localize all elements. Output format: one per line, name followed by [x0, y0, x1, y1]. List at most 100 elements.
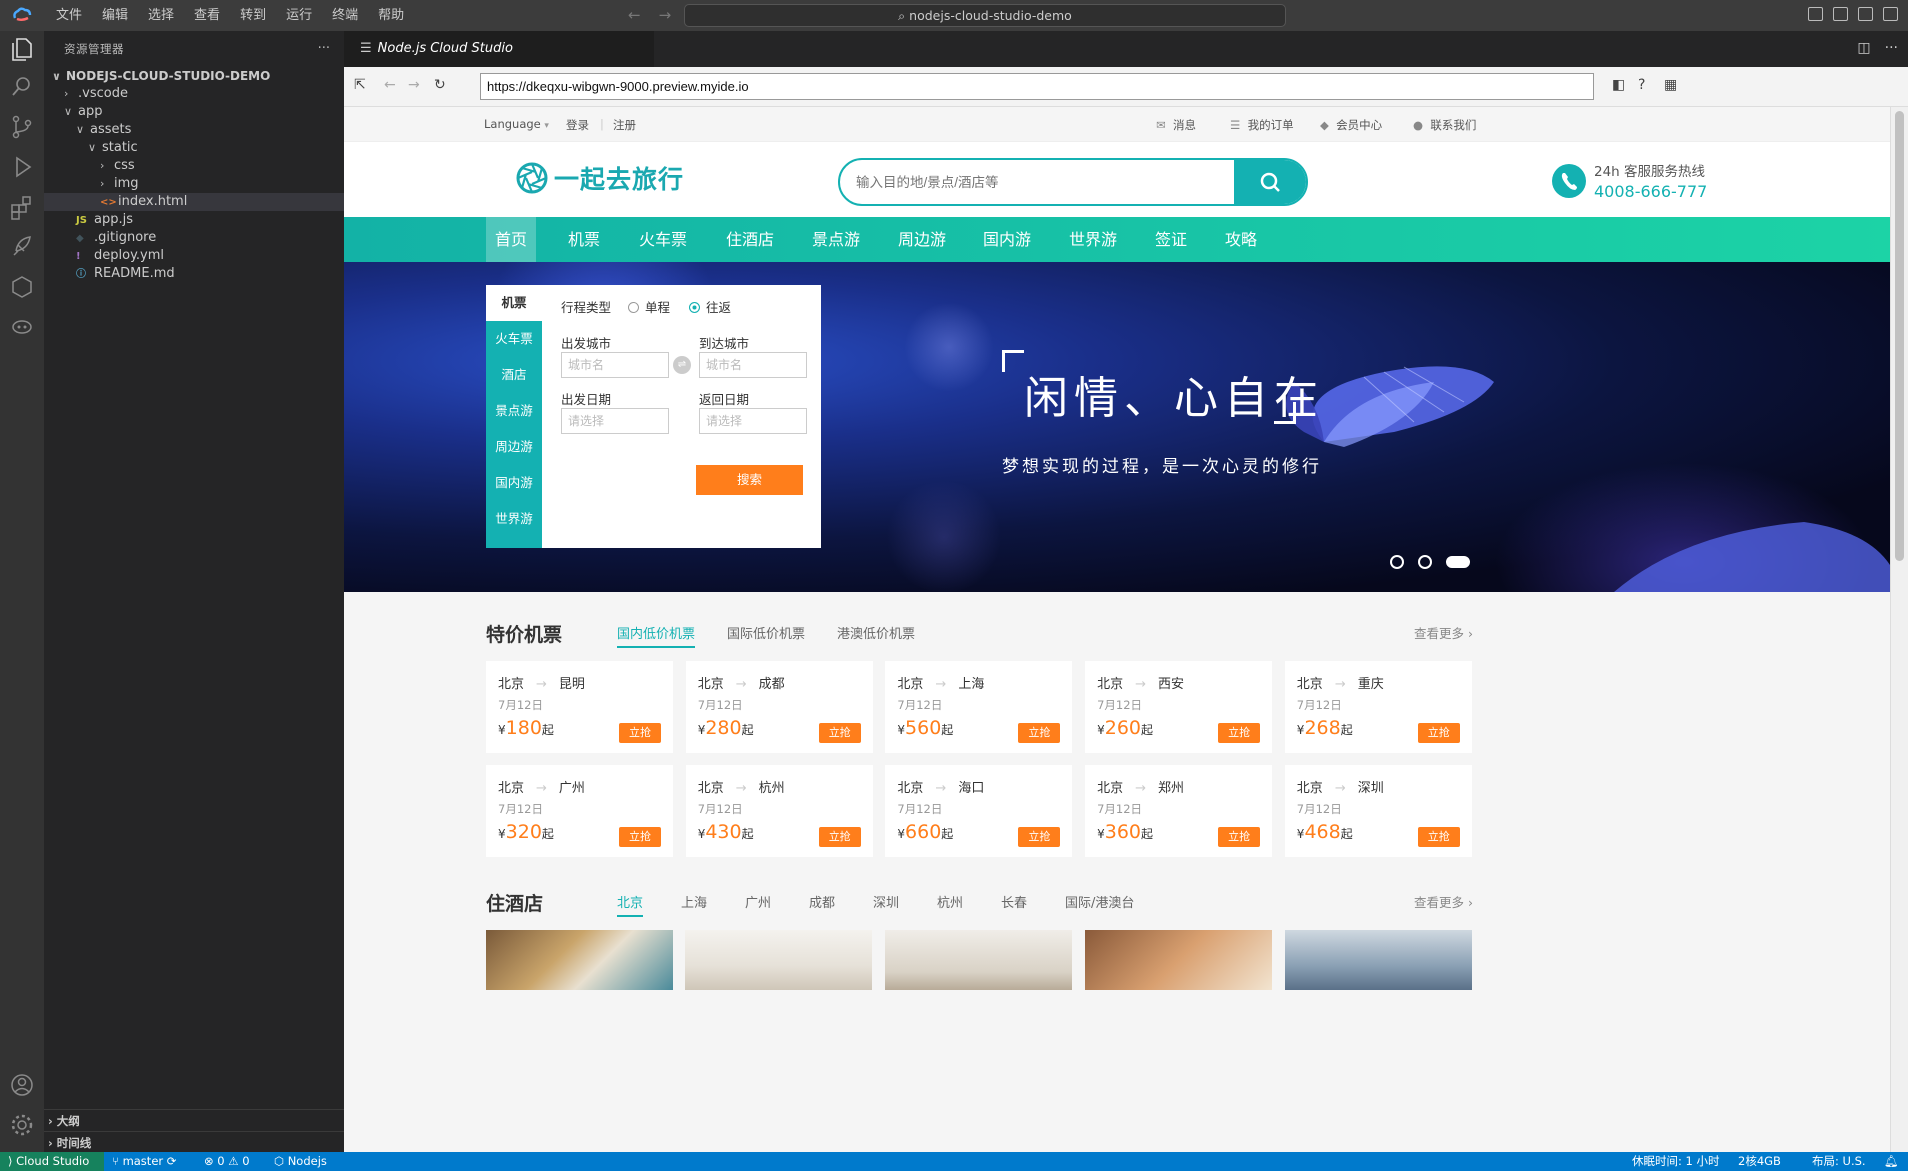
flight-deal-card[interactable]: 北京 → 成都 7月12日 ¥280起 立抢: [685, 661, 873, 753]
orders-link[interactable]: ☰ 我的订单: [1230, 117, 1294, 133]
search-icon[interactable]: [8, 73, 36, 101]
buy-now-button[interactable]: 立抢: [619, 827, 661, 847]
booking-tab[interactable]: 火车票: [486, 321, 542, 357]
cloud-resources-icon[interactable]: [8, 273, 36, 301]
carousel-dot[interactable]: [1418, 555, 1432, 569]
command-center[interactable]: ⌕ nodejs-cloud-studio-demo: [684, 4, 1286, 27]
hotel-photo[interactable]: [685, 930, 872, 990]
booking-tab[interactable]: 机票: [486, 285, 542, 321]
nav-item[interactable]: 国内游: [971, 217, 1043, 262]
more-actions-icon[interactable]: ···: [1885, 40, 1898, 56]
tree-file[interactable]: ! deploy.yml: [44, 247, 344, 265]
buy-now-button[interactable]: 立抢: [1417, 827, 1460, 847]
reload-icon[interactable]: ↻: [434, 77, 446, 93]
extensions-icon[interactable]: [8, 193, 36, 221]
hotel-photo[interactable]: [1085, 930, 1272, 990]
url-input[interactable]: https://dkeqxu-wibgwn-9000.preview.myide…: [480, 73, 1594, 100]
qr-code-icon[interactable]: ▦: [1664, 77, 1677, 93]
from-city-input[interactable]: 城市名: [561, 352, 669, 378]
menu-item[interactable]: 终端: [322, 0, 368, 31]
tree-folder[interactable]: ∨ assets: [44, 121, 344, 139]
return-date-input[interactable]: 请选择: [699, 408, 807, 434]
remote-deploy-icon[interactable]: [8, 233, 36, 261]
search-button[interactable]: [1234, 160, 1306, 204]
buy-now-button[interactable]: 立抢: [818, 827, 861, 847]
booking-tab[interactable]: 国内游: [486, 465, 542, 501]
nav-item[interactable]: 住酒店: [714, 217, 786, 262]
menu-item[interactable]: 查看: [184, 0, 230, 31]
login-link[interactable]: 登录: [566, 117, 589, 133]
outline-section[interactable]: › 大纲: [44, 1109, 344, 1131]
menu-item[interactable]: 帮助: [368, 0, 414, 31]
flight-deal-card[interactable]: 北京 → 杭州 7月12日 ¥430起 立抢: [685, 765, 873, 857]
remote-indicator[interactable]: ⟩ Cloud Studio: [0, 1152, 104, 1171]
nav-item[interactable]: 世界游: [1057, 217, 1129, 262]
nav-item[interactable]: 周边游: [886, 217, 958, 262]
page-scrollbar[interactable]: [1890, 107, 1908, 1152]
booking-tab[interactable]: 周边游: [486, 429, 542, 465]
account-icon[interactable]: [8, 1071, 36, 1099]
menu-item[interactable]: 运行: [276, 0, 322, 31]
contact-link[interactable]: ● 联系我们: [1413, 117, 1476, 133]
swap-icon[interactable]: ⇌: [673, 356, 691, 374]
flight-deal-card[interactable]: 北京 → 郑州 7月12日 ¥360起 立抢: [1085, 765, 1273, 857]
carousel-dot[interactable]: [1390, 555, 1404, 569]
hotel-city-tab[interactable]: 上海: [681, 892, 707, 915]
flight-deal-card[interactable]: 北京 → 重庆 7月12日 ¥268起 立抢: [1284, 661, 1472, 753]
tree-file[interactable]: ◆ .gitignore: [44, 229, 344, 247]
help-icon[interactable]: ?: [1638, 77, 1645, 93]
buy-now-button[interactable]: 立抢: [1018, 827, 1061, 847]
nav-item[interactable]: 机票: [556, 217, 612, 262]
buy-now-button[interactable]: 立抢: [818, 723, 861, 743]
flights-more-link[interactable]: 查看更多 ›: [1414, 623, 1473, 642]
nav-item[interactable]: 签证: [1143, 217, 1199, 262]
tree-folder[interactable]: › .vscode: [44, 85, 344, 103]
scrollbar-thumb[interactable]: [1895, 111, 1904, 561]
hotel-city-tab[interactable]: 国际/港澳台: [1065, 892, 1134, 915]
tree-file[interactable]: <>index.html: [44, 193, 344, 211]
reader-icon[interactable]: ◧: [1612, 77, 1625, 93]
booking-tab[interactable]: 酒店: [486, 357, 542, 393]
tree-folder[interactable]: ∨ app: [44, 103, 344, 121]
settings-gear-icon[interactable]: [8, 1111, 36, 1139]
branch-indicator[interactable]: ⑂ master ⟳: [112, 1152, 176, 1171]
hotel-city-tab[interactable]: 深圳: [873, 892, 899, 915]
tree-file[interactable]: JS app.js: [44, 211, 344, 229]
one-way-radio[interactable]: 单程: [628, 297, 670, 316]
tree-folder[interactable]: ∨ static: [44, 139, 344, 157]
flight-deal-card[interactable]: 北京 → 海口 7月12日 ¥660起 立抢: [885, 765, 1073, 857]
booking-tab[interactable]: 世界游: [486, 501, 542, 537]
notifications-bell-icon[interactable]: 🔔︎: [1884, 1152, 1899, 1171]
toggle-sidebar-icon[interactable]: [1808, 7, 1823, 21]
hotel-city-tab[interactable]: 杭州: [937, 892, 963, 915]
buy-now-button[interactable]: 立抢: [1218, 723, 1261, 743]
hotel-photo[interactable]: [1285, 930, 1472, 990]
hotel-photo[interactable]: [486, 930, 673, 990]
carousel-dot[interactable]: [1446, 556, 1470, 568]
forward-arrow-icon[interactable]: →: [408, 77, 420, 93]
flight-deal-card[interactable]: 北京 → 昆明 7月12日 ¥180起 立抢: [486, 661, 673, 753]
tree-file[interactable]: ⓘ README.md: [44, 265, 344, 283]
round-trip-radio[interactable]: 往返: [689, 297, 731, 316]
hotel-city-tab[interactable]: 成都: [809, 892, 835, 915]
nav-item[interactable]: 首页: [486, 217, 536, 262]
more-actions-icon[interactable]: ···: [318, 31, 330, 67]
run-debug-icon[interactable]: [8, 153, 36, 181]
runtime-indicator[interactable]: ⬡ Nodejs: [274, 1152, 327, 1171]
source-control-icon[interactable]: [8, 113, 36, 141]
booking-tab[interactable]: 景点游: [486, 393, 542, 429]
flight-tab[interactable]: 国内低价机票: [617, 623, 696, 648]
problems-indicator[interactable]: ⊗ 0 ⚠ 0: [204, 1152, 250, 1171]
destination-search-input[interactable]: [856, 160, 1236, 204]
tree-folder[interactable]: ∨ NODEJS-CLOUD-STUDIO-DEMO: [44, 67, 344, 85]
buy-now-button[interactable]: 立抢: [619, 723, 661, 743]
flight-deal-card[interactable]: 北京 → 广州 7月12日 ¥320起 立抢: [486, 765, 673, 857]
tab-preview[interactable]: ☰Node.js Cloud Studio Demo(node:9000)×: [344, 31, 654, 92]
member-link[interactable]: ◆ 会员中心: [1320, 117, 1382, 133]
menu-item[interactable]: 文件: [46, 0, 92, 31]
timeline-section[interactable]: › 时间线: [44, 1131, 344, 1153]
hotels-more-link[interactable]: 查看更多 ›: [1414, 892, 1473, 911]
tree-folder[interactable]: › css: [44, 157, 344, 175]
flight-deal-card[interactable]: 北京 → 西安 7月12日 ¥260起 立抢: [1085, 661, 1273, 753]
nav-item[interactable]: 火车票: [628, 217, 698, 262]
